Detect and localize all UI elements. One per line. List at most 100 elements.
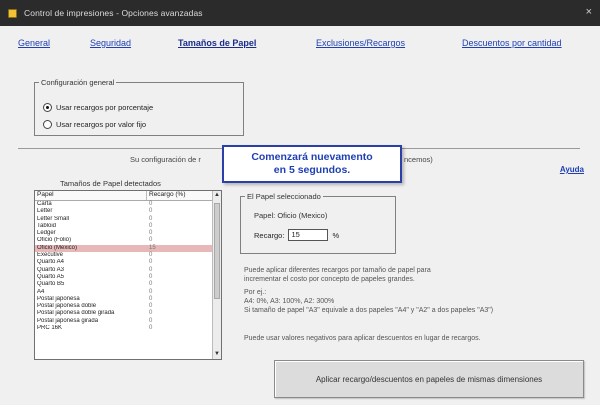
- help-text-line: Puede aplicar diferentes recargos por ta…: [244, 267, 431, 274]
- paper-name-cell: Tabloid: [37, 222, 57, 229]
- radio-label: Usar recargos por valor fijo: [56, 120, 147, 129]
- info-text-end: ncemos): [404, 155, 433, 164]
- paper-recargo-cell: 0: [149, 288, 153, 295]
- tab-tamanos-de-papel[interactable]: Tamaños de Papel: [178, 38, 256, 48]
- close-icon[interactable]: ×: [586, 6, 592, 18]
- selected-paper-name: Papel: Oficio (Mexico): [254, 211, 328, 220]
- paper-list-scrollbar[interactable]: ▲ ▼: [212, 191, 221, 359]
- list-item[interactable]: Quarto A5 0: [35, 274, 213, 281]
- recargo-row: Recargo: 15 %: [254, 229, 339, 241]
- radio-button[interactable]: [43, 120, 52, 129]
- paper-recargo-cell: 0: [149, 273, 153, 280]
- radio-percentage[interactable]: Usar recargos por porcentaje: [43, 103, 153, 112]
- paper-recargo-cell: 0: [149, 325, 153, 332]
- list-item[interactable]: Postal japonesa doble 0: [35, 303, 213, 310]
- radio-label: Usar recargos por porcentaje: [56, 103, 154, 112]
- paper-list-header: Papel Recargo (%): [35, 191, 213, 201]
- paper-name-cell: Letter: [37, 208, 53, 215]
- scroll-down-icon[interactable]: ▼: [213, 350, 221, 359]
- paper-recargo-cell: 0: [149, 317, 153, 324]
- tab-general[interactable]: General: [18, 38, 50, 48]
- app-icon: [8, 8, 17, 18]
- paper-name-cell: PRC 16K: [37, 325, 63, 332]
- paper-name-cell: Oficio (Folio): [37, 237, 72, 244]
- paper-name-cell: Quarto B5: [37, 281, 65, 288]
- paper-list[interactable]: Papel Recargo (%) Carta 0 Letter 0 Letter Sm…: [34, 190, 222, 360]
- paper-name-cell: Quarto A5: [37, 273, 65, 280]
- paper-recargo-cell: 0: [149, 266, 153, 273]
- paper-name-cell: Postal japonesa doble girada: [37, 310, 115, 317]
- paper-name-cell: Quarto A3: [37, 266, 65, 273]
- paper-name-cell: Carta: [37, 201, 52, 207]
- paper-recargo-cell: 0: [149, 230, 153, 237]
- tab-descuentos-por-cantidad[interactable]: Descuentos por cantidad: [462, 38, 562, 48]
- paper-recargo-cell: 0: [149, 222, 153, 229]
- paper-name-cell: Postal japonesa girada: [37, 317, 99, 324]
- notification-line-2: en 5 segundos.: [273, 164, 351, 176]
- help-text-line: incrementar el costo por concepto de pap…: [244, 276, 415, 283]
- paper-recargo-cell: 0: [149, 252, 153, 259]
- paper-name-cell: Ledger: [37, 230, 56, 237]
- tab-strip: General Seguridad Tamaños de Papel Exclu…: [0, 38, 600, 54]
- list-item[interactable]: Tabloid 0: [35, 223, 213, 230]
- paper-recargo-cell: 0: [149, 310, 153, 317]
- paper-name-cell: A4: [37, 288, 45, 295]
- scroll-thumb[interactable]: [214, 203, 220, 299]
- tab-exclusiones-recargos[interactable]: Exclusiones/Recargos: [316, 38, 405, 48]
- list-item[interactable]: Quarto A3 0: [35, 267, 213, 274]
- list-item[interactable]: Executive 0: [35, 252, 213, 259]
- list-item[interactable]: A4 0: [35, 289, 213, 296]
- selected-paper-group: El Papel seleccionado: [240, 192, 396, 254]
- help-link[interactable]: Ayuda: [560, 165, 584, 174]
- tab-seguridad[interactable]: Seguridad: [90, 38, 131, 48]
- apply-same-dimensions-button[interactable]: Aplicar recargo/descuentos en papeles de…: [274, 360, 584, 398]
- paper-recargo-cell: 0: [149, 237, 153, 244]
- list-item[interactable]: Postal japonesa girada 0: [35, 318, 213, 325]
- list-item[interactable]: Letter Small 0: [35, 216, 213, 223]
- percent-unit: %: [332, 230, 340, 240]
- general-config-group: Configuración general Usar recargos por …: [34, 78, 244, 136]
- list-item[interactable]: Letter 0: [35, 208, 213, 215]
- radio-fixed-value[interactable]: Usar recargos por valor fijo: [43, 120, 146, 129]
- paper-name-cell: Postal japonesa doble: [37, 303, 97, 310]
- list-item[interactable]: Quarto A4 0: [35, 259, 213, 266]
- paper-name-cell: Postal japonesa: [37, 295, 80, 302]
- list-item[interactable]: PRC 16K 0: [35, 325, 213, 332]
- restart-notification: Comenzará nuevamento en 5 segundos.: [222, 145, 402, 183]
- paper-recargo-cell: 0: [149, 215, 153, 222]
- info-text: Su configuración de r: [130, 155, 201, 164]
- list-item[interactable]: Postal japonesa 0: [35, 296, 213, 303]
- help-text-line: Por ej.:: [244, 289, 267, 296]
- paper-name-cell: Quarto A4: [37, 259, 65, 266]
- paper-recargo-cell: 0: [149, 208, 153, 215]
- paper-recargo-cell: 0: [149, 201, 153, 207]
- scroll-up-icon[interactable]: ▲: [213, 191, 221, 200]
- help-text-line: Puede usar valores negativos para aplica…: [244, 335, 481, 342]
- paper-recargo-cell: 0: [149, 259, 153, 266]
- help-text-line: A4: 0%, A3: 100%, A2: 300%: [244, 298, 335, 305]
- paper-recargo-cell: 0: [149, 303, 153, 310]
- paper-name-cell: Oficio (Mexico): [37, 244, 78, 251]
- list-item[interactable]: Postal japonesa doble girada 0: [35, 310, 213, 317]
- selected-paper-legend: El Papel seleccionado: [247, 192, 321, 201]
- paper-recargo-cell: 15: [149, 244, 156, 251]
- radio-button[interactable]: [43, 103, 52, 112]
- list-item[interactable]: Quarto B5 0: [35, 281, 213, 288]
- title-bar: Control de impresiones - Opciones avanza…: [0, 0, 600, 26]
- notification-line-1: Comenzará nuevamento: [251, 151, 373, 163]
- paper-recargo-cell: 0: [149, 295, 153, 302]
- list-item[interactable]: Carta 0: [35, 201, 213, 208]
- column-header-papel[interactable]: Papel: [35, 191, 147, 200]
- window-title: Control de impresiones - Opciones avanza…: [24, 8, 203, 18]
- paper-name-cell: Letter Small: [37, 215, 70, 222]
- paper-list-rows: Carta 0 Letter 0 Letter Small 0 Tabloid 0 Ledger…: [35, 201, 213, 332]
- list-item[interactable]: Oficio (Folio) 0: [35, 237, 213, 244]
- paper-recargo-cell: 0: [149, 281, 153, 288]
- help-text-line: Si tamaño de papel "A3" equivale a dos p…: [244, 307, 494, 314]
- general-config-legend: Configuración general: [41, 78, 115, 87]
- list-item[interactable]: Oficio (Mexico) 15: [35, 244, 213, 253]
- list-item[interactable]: Ledger 0: [35, 230, 213, 237]
- paper-list-caption: Tamaños de Papel detectados: [60, 179, 161, 188]
- column-header-recargo[interactable]: Recargo (%): [147, 191, 213, 200]
- recargo-input[interactable]: 15: [288, 229, 329, 241]
